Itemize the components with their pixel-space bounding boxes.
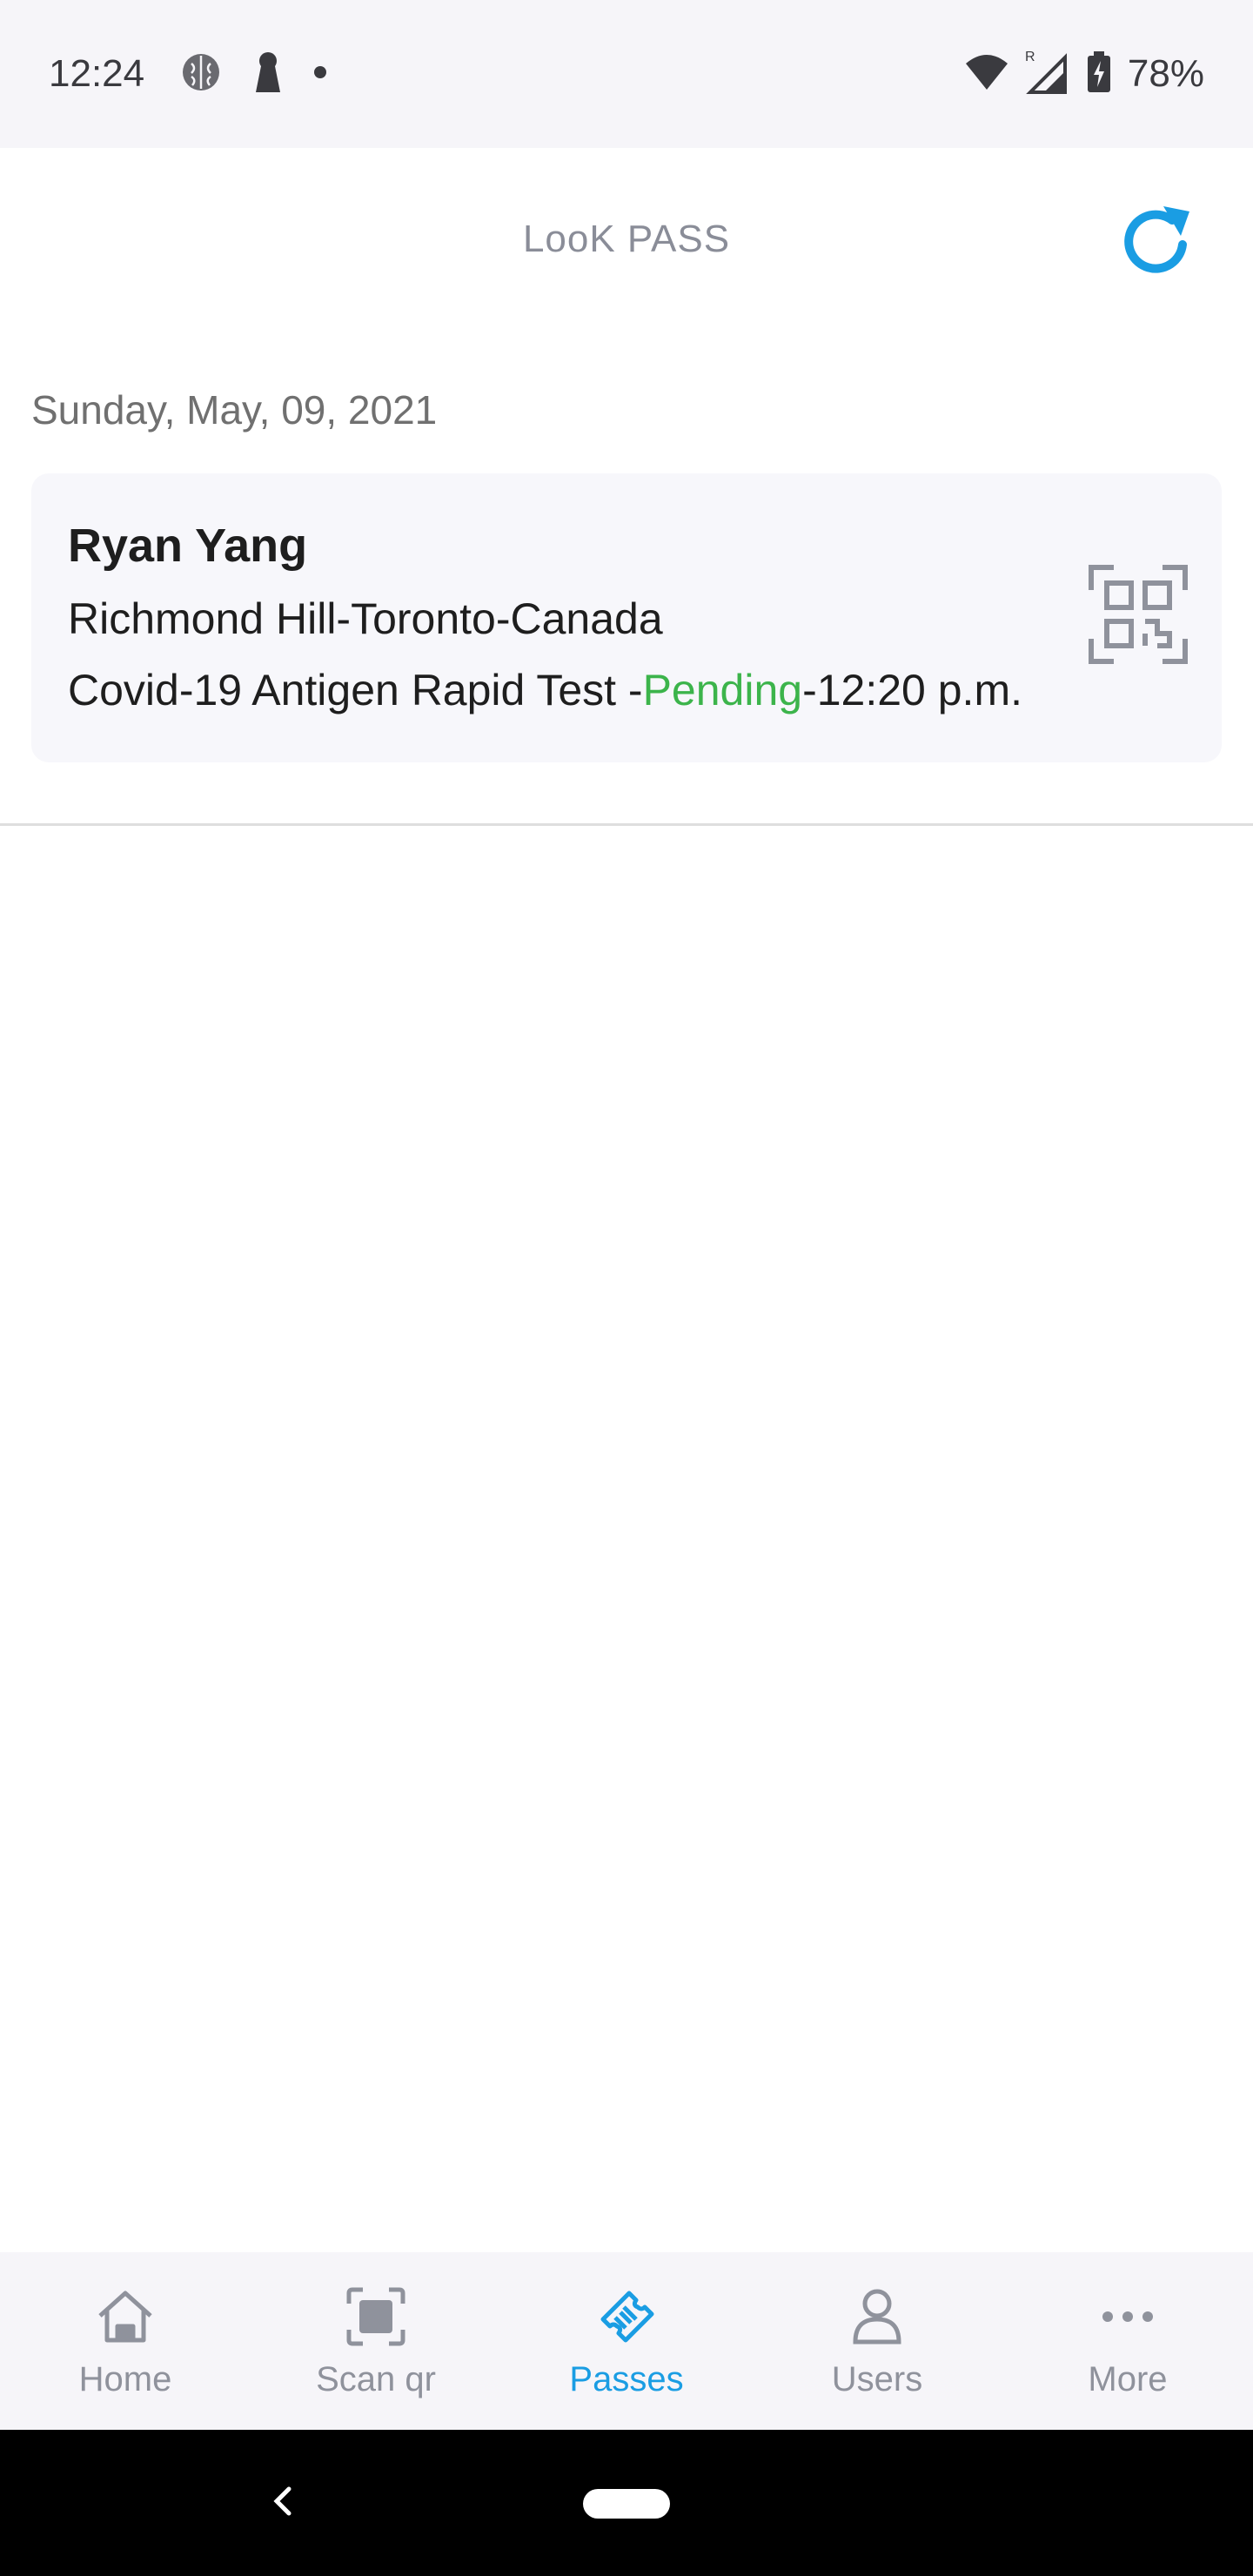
chevron-left-icon [266, 2484, 301, 2523]
qr-code-icon [1088, 564, 1189, 669]
scan-qr-icon [343, 2284, 409, 2350]
user-icon [844, 2284, 910, 2350]
nav-label-more: More [1088, 2359, 1168, 2398]
system-home-button[interactable] [583, 2489, 670, 2519]
pass-card[interactable]: Ryan Yang Richmond Hill-Toronto-Canada C… [31, 473, 1222, 762]
bottom-navigation: Home Scan qr Passes Users More [0, 2252, 1253, 2430]
nav-label-home: Home [78, 2359, 172, 2398]
refresh-button[interactable] [1114, 198, 1201, 285]
nav-item-home[interactable]: Home [0, 2252, 251, 2430]
pass-test-name: Covid-19 Antigen Rapid Test - [68, 666, 643, 714]
brain-app-icon [179, 50, 223, 98]
divider [0, 823, 1253, 826]
system-navigation-bar [0, 2430, 1253, 2576]
nav-item-more[interactable]: More [1002, 2252, 1253, 2430]
more-dots-icon [1095, 2284, 1161, 2350]
roaming-indicator: R [1025, 50, 1035, 64]
ticket-icon [593, 2284, 660, 2350]
refresh-icon [1118, 201, 1196, 284]
nav-label-users: Users [831, 2359, 923, 2398]
pass-time: -12:20 p.m. [802, 666, 1022, 714]
nav-label-scan-qr: Scan qr [316, 2359, 436, 2398]
signal-roaming-icon: R [1025, 49, 1070, 100]
status-app-icons [179, 50, 327, 98]
status-time: 12:24 [49, 52, 145, 95]
nav-item-scan-qr[interactable]: Scan qr [251, 2252, 501, 2430]
page-title: LooK PASS [522, 218, 731, 260]
pass-location: Richmond Hill-Toronto-Canada [68, 594, 663, 643]
nav-item-users[interactable]: Users [752, 2252, 1002, 2430]
nav-item-passes[interactable]: Passes [501, 2252, 752, 2430]
pass-test-line: Covid-19 Antigen Rapid Test -Pending-12:… [68, 665, 1022, 715]
pass-date: Sunday, May, 09, 2021 [31, 387, 438, 433]
status-right-icons: R 78% [964, 49, 1204, 100]
battery-percent: 78% [1127, 52, 1204, 95]
status-bar: 12:24 R 78% [0, 0, 1253, 148]
notification-dot-icon [313, 65, 327, 84]
app-header: LooK PASS [0, 148, 1253, 331]
keyhole-app-icon [252, 50, 284, 98]
pass-holder-name: Ryan Yang [68, 520, 308, 572]
nav-label-passes: Passes [569, 2359, 684, 2398]
system-back-button[interactable] [249, 2468, 318, 2538]
wifi-icon [964, 53, 1009, 96]
battery-charging-icon [1086, 50, 1112, 98]
qr-code-button[interactable] [1086, 564, 1190, 668]
home-icon [92, 2284, 158, 2350]
pass-status: Pending [642, 666, 803, 714]
